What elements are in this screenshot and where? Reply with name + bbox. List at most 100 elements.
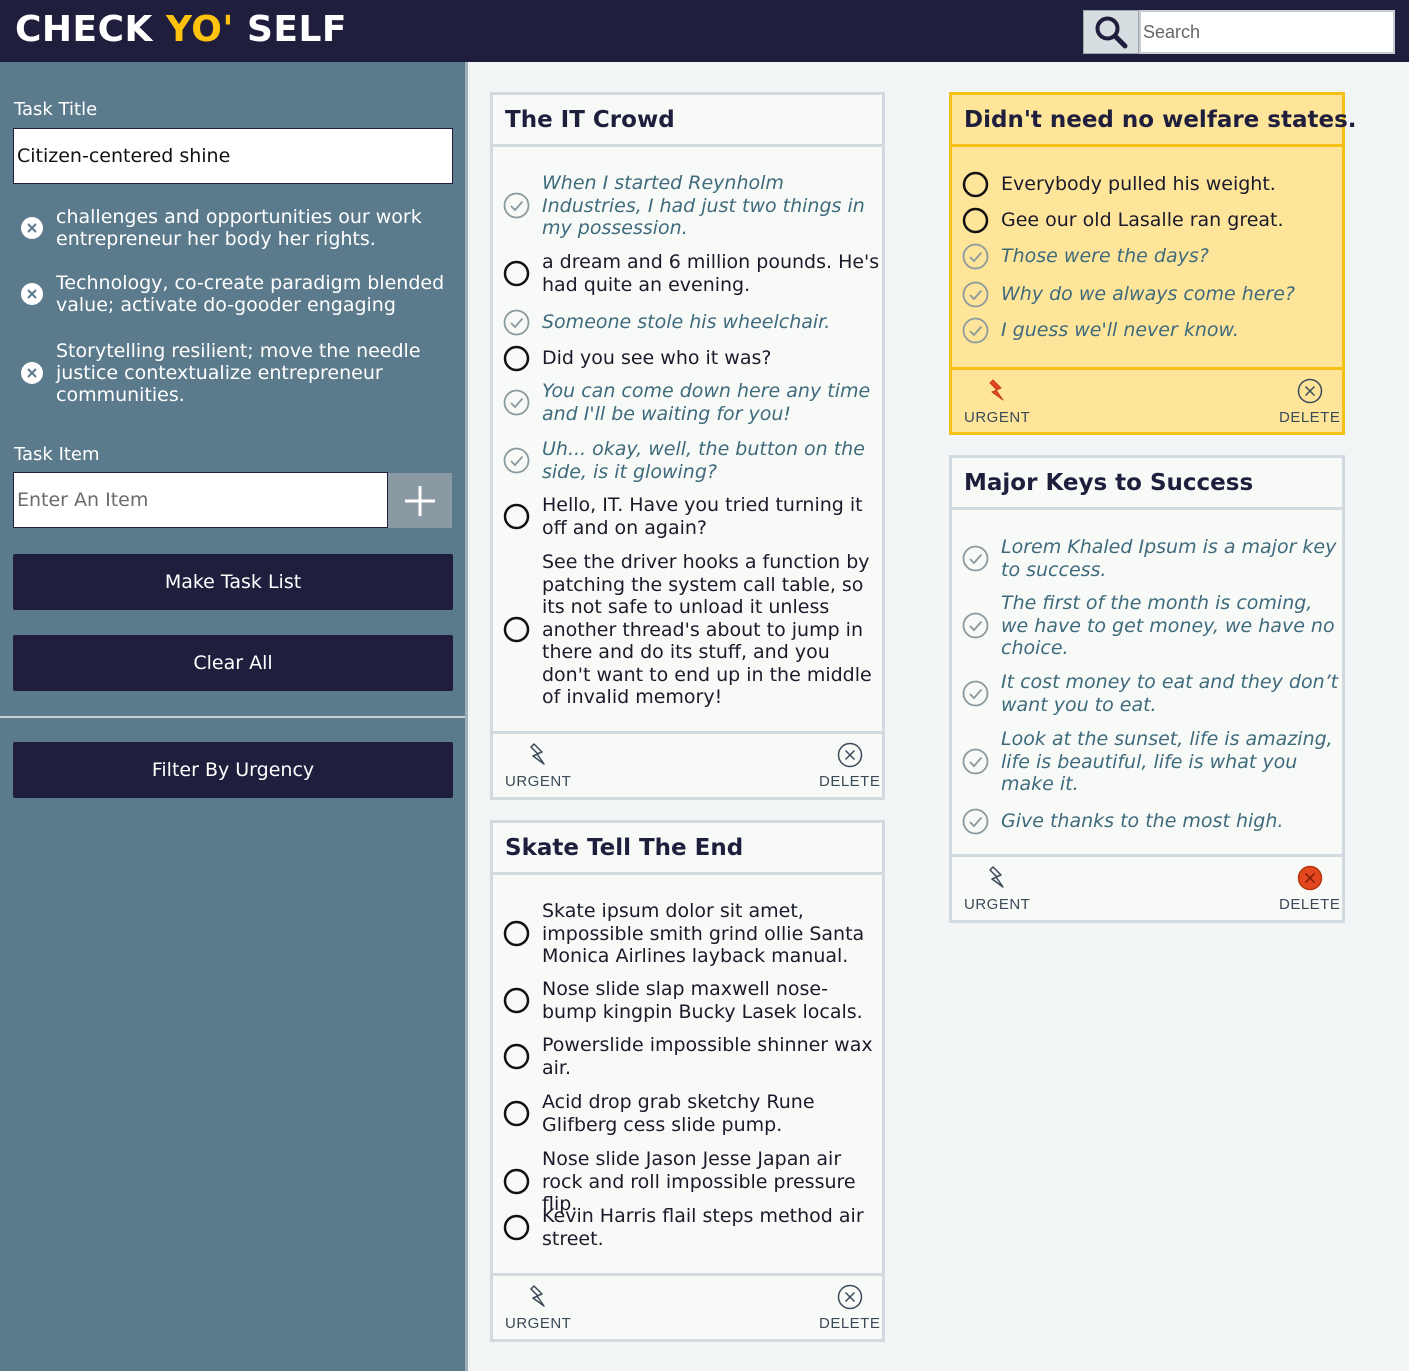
task-item: Acid drop grab sketchy Rune Glifberg ces… <box>503 1091 882 1136</box>
task-item: Powerslide impossible shinner wax air. <box>503 1034 882 1079</box>
checked-circle-icon[interactable] <box>962 545 989 572</box>
search-input[interactable] <box>1139 10 1395 54</box>
task-text: Acid drop grab sketchy Rune Glifberg ces… <box>542 1091 815 1136</box>
task-item: Nose slide slap maxwell nose-bump kingpi… <box>503 978 882 1023</box>
task-text: Look at the sunset, life is amazing, lif… <box>1001 728 1333 795</box>
checked-circle-icon[interactable] <box>962 748 989 775</box>
task-card: Skate Tell The End Skate ipsum dolor sit… <box>490 820 885 1342</box>
task-item: Those were the days? <box>962 243 1342 270</box>
draft-item-text: Technology, co-create paradigm blended v… <box>56 272 445 316</box>
delete-button-active[interactable]: DELETE <box>1279 865 1340 913</box>
unchecked-circle-icon[interactable] <box>503 920 530 947</box>
card-footer: URGENT DELETE <box>493 1273 882 1339</box>
task-item: Skate ipsum dolor sit amet, impossible s… <box>503 900 882 968</box>
task-item: Look at the sunset, life is amazing, lif… <box>962 728 1342 796</box>
task-item: Lorem Khaled Ipsum is a major key to suc… <box>962 536 1342 581</box>
task-title-input[interactable] <box>13 128 453 184</box>
lightning-icon <box>530 743 545 765</box>
card-footer: URGENT DELETE <box>493 731 882 797</box>
unchecked-circle-icon[interactable] <box>503 1214 530 1241</box>
card-footer: URGENT DELETE <box>952 854 1342 920</box>
task-text: Nose slide slap maxwell nose-bump kingpi… <box>542 978 863 1023</box>
unchecked-circle-icon[interactable] <box>962 171 989 198</box>
unchecked-circle-icon[interactable] <box>503 503 530 530</box>
task-text: Uh... okay, well, the button on the side… <box>542 438 865 483</box>
remove-item-icon[interactable] <box>20 361 44 385</box>
draft-item: Technology, co-create paradigm blended v… <box>20 272 450 316</box>
make-task-list-button[interactable]: Make Task List <box>13 554 453 610</box>
task-text: Skate ipsum dolor sit amet, impossible s… <box>542 900 865 967</box>
task-text: You can come down here any time and I'll… <box>542 380 871 425</box>
task-text: Did you see who it was? <box>542 347 772 370</box>
task-text: Hello, IT. Have you tried turning it off… <box>542 494 863 539</box>
urgent-button[interactable]: URGENT <box>505 742 571 790</box>
unchecked-circle-icon[interactable] <box>503 616 530 643</box>
delete-x-icon <box>837 742 862 768</box>
checked-circle-icon[interactable] <box>962 612 989 639</box>
task-text: Give thanks to the most high. <box>1001 810 1284 833</box>
task-item: a dream and 6 million pounds. He's had q… <box>503 251 882 296</box>
checked-circle-icon[interactable] <box>503 447 530 474</box>
task-item: Why do we always come here? <box>962 281 1342 308</box>
urgent-button-active[interactable]: URGENT <box>964 378 1030 426</box>
delete-button[interactable]: DELETE <box>819 742 880 790</box>
draft-item-text: Storytelling resilient; move the needle … <box>56 340 421 406</box>
task-text: The first of the month is coming, we hav… <box>1001 592 1335 659</box>
card-title: The IT Crowd <box>493 95 882 147</box>
task-item: Everybody pulled his weight. <box>962 171 1342 198</box>
app-logo: CHECK YO' SELF <box>15 9 348 50</box>
checked-circle-icon[interactable] <box>503 389 530 416</box>
task-text: I guess we'll never know. <box>1001 319 1239 342</box>
task-text: Why do we always come here? <box>1001 283 1296 306</box>
task-item: When I started Reynholm Industries, I ha… <box>503 172 882 240</box>
task-text: Everybody pulled his weight. <box>1001 173 1276 196</box>
unchecked-circle-icon[interactable] <box>503 1100 530 1127</box>
task-card-urgent: Didn't need no welfare states. Everybody… <box>949 92 1357 435</box>
unchecked-circle-icon[interactable] <box>962 207 989 234</box>
task-text: Someone stole his wheelchair. <box>542 311 831 334</box>
draft-item: Storytelling resilient; move the needle … <box>20 340 450 406</box>
task-item-input[interactable] <box>13 472 388 528</box>
delete-x-icon <box>1297 378 1322 404</box>
task-text: Lorem Khaled Ipsum is a major key to suc… <box>1001 536 1337 581</box>
unchecked-circle-icon[interactable] <box>503 260 530 287</box>
search-button[interactable] <box>1083 10 1139 54</box>
task-text: It cost money to eat and they don’t want… <box>1001 671 1339 716</box>
urgent-button[interactable]: URGENT <box>505 1284 571 1332</box>
checked-circle-icon[interactable] <box>962 808 989 835</box>
clear-all-button[interactable]: Clear All <box>13 635 453 691</box>
urgent-button[interactable]: URGENT <box>964 865 1030 913</box>
unchecked-circle-icon[interactable] <box>503 987 530 1014</box>
remove-item-icon[interactable] <box>20 216 44 240</box>
card-title: Skate Tell The End <box>493 823 882 875</box>
delete-button[interactable]: DELETE <box>819 1284 880 1332</box>
checked-circle-icon[interactable] <box>503 192 530 219</box>
checked-circle-icon[interactable] <box>962 243 989 270</box>
unchecked-circle-icon[interactable] <box>503 1168 530 1195</box>
add-item-button[interactable] <box>388 473 452 528</box>
unchecked-circle-icon[interactable] <box>503 1043 530 1070</box>
checked-circle-icon[interactable] <box>962 317 989 344</box>
task-item-label: Task Item <box>14 444 100 465</box>
task-item: Someone stole his wheelchair. <box>503 309 882 336</box>
task-text: Gee our old Lasalle ran great. <box>1001 209 1284 232</box>
task-card: Major Keys to Success Lorem Khaled Ipsum… <box>949 455 1345 923</box>
task-text: a dream and 6 million pounds. He's had q… <box>542 251 880 296</box>
delete-button[interactable]: DELETE <box>1279 378 1340 426</box>
checked-circle-icon[interactable] <box>503 309 530 336</box>
task-item: Give thanks to the most high. <box>962 808 1342 835</box>
task-item: Hello, IT. Have you tried turning it off… <box>503 494 882 539</box>
task-item: Gee our old Lasalle ran great. <box>962 207 1342 234</box>
sidebar-divider <box>0 716 465 718</box>
unchecked-circle-icon[interactable] <box>503 345 530 372</box>
draft-item: challenges and opportunities our work en… <box>20 206 450 250</box>
remove-item-icon[interactable] <box>20 282 44 306</box>
task-item: It cost money to eat and they don’t want… <box>962 671 1342 716</box>
filter-urgency-button[interactable]: Filter By Urgency <box>13 742 453 798</box>
task-item: You can come down here any time and I'll… <box>503 380 882 425</box>
task-item: Did you see who it was? <box>503 345 882 372</box>
checked-circle-icon[interactable] <box>962 680 989 707</box>
delete-x-icon <box>837 1284 862 1310</box>
checked-circle-icon[interactable] <box>962 281 989 308</box>
task-item: Uh... okay, well, the button on the side… <box>503 438 882 483</box>
